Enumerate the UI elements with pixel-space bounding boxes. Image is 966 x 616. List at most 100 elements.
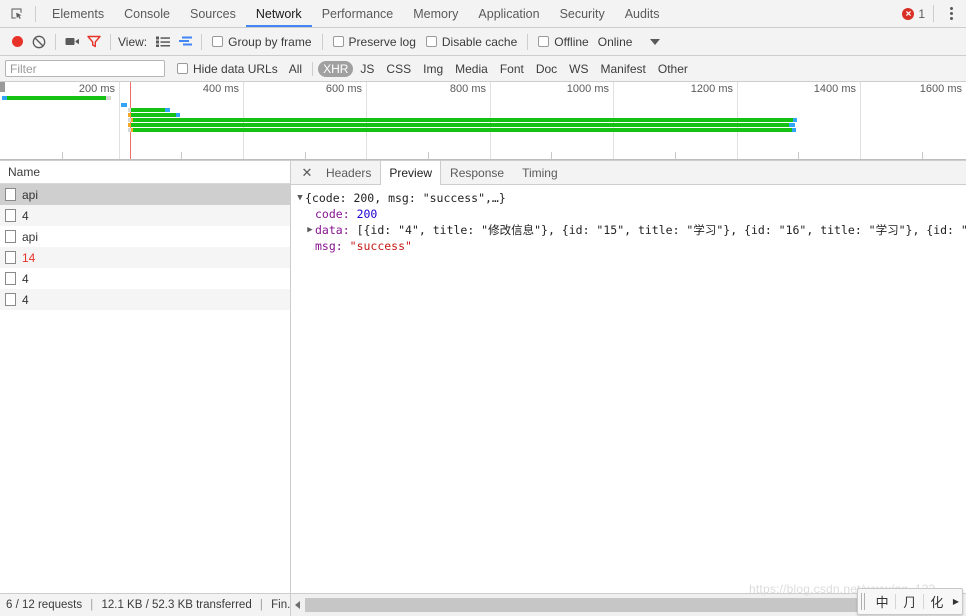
status-divider: |	[90, 599, 94, 611]
document-icon	[5, 293, 16, 306]
clear-prohibited-icon[interactable]	[28, 31, 50, 53]
inspect-cursor-icon[interactable]	[3, 1, 29, 27]
overview-request-bar	[0, 118, 966, 122]
checkbox-box	[212, 36, 224, 47]
ime-drag-handle[interactable]	[861, 593, 867, 610]
overview-tick-label: 1600 ms	[919, 83, 962, 95]
close-icon[interactable]: ✕	[297, 161, 317, 184]
tab-performance[interactable]: Performance	[312, 1, 404, 27]
overview-request-bar	[0, 128, 966, 132]
checkbox-box	[332, 36, 344, 47]
filter-type-doc[interactable]: Doc	[531, 61, 562, 77]
error-badge[interactable]: 1	[902, 7, 925, 21]
request-list-header[interactable]: Name	[0, 161, 290, 184]
hide-data-urls-label: Hide data URLs	[193, 61, 278, 76]
table-row[interactable]: 14	[0, 247, 290, 268]
tab-response[interactable]: Response	[441, 161, 513, 184]
filter-type-ws[interactable]: WS	[564, 61, 593, 77]
request-list-panel: Name api 4 api 14 4 4	[0, 161, 291, 593]
filter-type-other[interactable]: Other	[653, 61, 693, 77]
overview-bar-segment	[792, 128, 796, 132]
tab-console[interactable]: Console	[114, 1, 180, 27]
overview-bar-segment	[793, 118, 797, 122]
json-key-code: code:	[315, 207, 350, 221]
status-requests: 6 / 12 requests	[6, 599, 83, 611]
overview-bar-segment	[131, 113, 176, 117]
tab-elements[interactable]: Elements	[42, 1, 114, 27]
tab-timing[interactable]: Timing	[513, 161, 567, 184]
filter-funnel-icon[interactable]	[83, 31, 105, 53]
ime-punctuation-icon[interactable]: ⺆	[896, 589, 922, 614]
json-line-data[interactable]: ▶ data: [{id: "4", title: "修改信息"}, {id: …	[295, 222, 966, 238]
table-row[interactable]: 4	[0, 268, 290, 289]
toolbar-divider-1	[55, 33, 56, 50]
filter-toolbar: Hide data URLs All XHR JS CSS Img Media …	[0, 56, 966, 82]
json-key-msg: msg:	[315, 239, 343, 253]
network-overview-timeline[interactable]: 200 ms 400 ms 600 ms 800 ms 1000 ms 1200 ms 14…	[0, 82, 966, 161]
waterfall-view-icon[interactable]	[174, 31, 196, 53]
json-root-line[interactable]: ▼ {code: 200, msg: "success",…}	[295, 190, 966, 206]
group-by-frame-checkbox[interactable]: Group by frame	[212, 34, 312, 49]
expand-triangle-right-icon[interactable]: ▶	[305, 222, 315, 238]
filter-type-manifest[interactable]: Manifest	[596, 61, 651, 77]
request-name: 4	[22, 208, 29, 223]
disable-cache-label: Disable cache	[441, 34, 518, 49]
ime-simplified-icon[interactable]: 化	[924, 589, 950, 614]
overview-bar-segment	[176, 113, 180, 117]
overview-tick-label: 800 ms	[449, 83, 486, 95]
tab-security[interactable]: Security	[550, 1, 615, 27]
filter-type-css[interactable]: CSS	[381, 61, 416, 77]
checkbox-box	[425, 36, 437, 47]
filter-type-xhr[interactable]: XHR	[318, 60, 354, 77]
overview-tick-label: 400 ms	[202, 83, 239, 95]
overview-bar-segment	[133, 128, 792, 132]
preserve-log-checkbox[interactable]: Preserve log	[332, 35, 416, 49]
record-circle-icon[interactable]	[6, 31, 28, 53]
disable-cache-checkbox[interactable]: Disable cache	[425, 34, 518, 49]
kebab-menu-icon[interactable]	[942, 4, 960, 24]
request-name: api	[22, 187, 39, 202]
table-row[interactable]: api	[0, 226, 290, 247]
list-view-icon[interactable]	[152, 31, 174, 53]
error-circle-icon	[902, 7, 915, 20]
camera-icon[interactable]	[61, 31, 83, 53]
overview-baseline	[0, 159, 966, 160]
ime-floating-bar[interactable]: 中 ⺆ 化 ▶	[857, 588, 963, 615]
filter-type-font[interactable]: Font	[495, 61, 529, 77]
tab-application[interactable]: Application	[468, 1, 549, 27]
expand-triangle-down-icon[interactable]: ▼	[295, 190, 305, 206]
table-row[interactable]: 4	[0, 205, 290, 226]
filter-input[interactable]	[5, 60, 165, 77]
tab-preview[interactable]: Preview	[380, 161, 442, 185]
toolbar-divider-4	[321, 33, 323, 50]
request-name: 4	[22, 271, 29, 286]
filter-type-img[interactable]: Img	[418, 61, 448, 77]
scroll-left-arrow-icon[interactable]	[291, 595, 305, 615]
filter-type-js[interactable]: JS	[355, 61, 379, 77]
filter-type-all[interactable]: All	[284, 61, 307, 77]
overview-tick-label: 200 ms	[78, 83, 115, 95]
table-row[interactable]: 4	[0, 289, 290, 310]
overview-left-handle[interactable]	[0, 82, 5, 92]
throttling-value: Online	[597, 34, 633, 49]
overview-request-bar	[0, 96, 966, 100]
offline-checkbox[interactable]: Offline	[538, 35, 589, 49]
group-by-frame-label: Group by frame	[228, 34, 312, 49]
detail-tabbar: ✕ Headers Preview Response Timing	[291, 161, 966, 185]
hide-data-urls-checkbox[interactable]: Hide data URLs	[177, 62, 278, 76]
status-transferred: 12.1 KB / 52.3 KB transferred	[101, 599, 252, 611]
tab-audits[interactable]: Audits	[615, 1, 670, 27]
tabbar-divider	[35, 5, 36, 22]
tab-memory[interactable]: Memory	[403, 1, 468, 27]
throttling-select[interactable]: Online	[598, 35, 661, 49]
ime-expand-arrow-icon[interactable]: ▶	[950, 597, 962, 606]
overview-tick-label: 1200 ms	[690, 83, 733, 95]
scrollbar-thumb[interactable]	[305, 598, 870, 612]
tab-network[interactable]: Network	[245, 1, 312, 27]
ime-language-mode[interactable]: 中	[869, 589, 895, 614]
filter-type-media[interactable]: Media	[450, 61, 493, 77]
table-row[interactable]: api	[0, 184, 290, 205]
overview-tick-label: 1400 ms	[813, 83, 856, 95]
tab-headers[interactable]: Headers	[317, 161, 380, 184]
tab-sources[interactable]: Sources	[180, 1, 246, 27]
